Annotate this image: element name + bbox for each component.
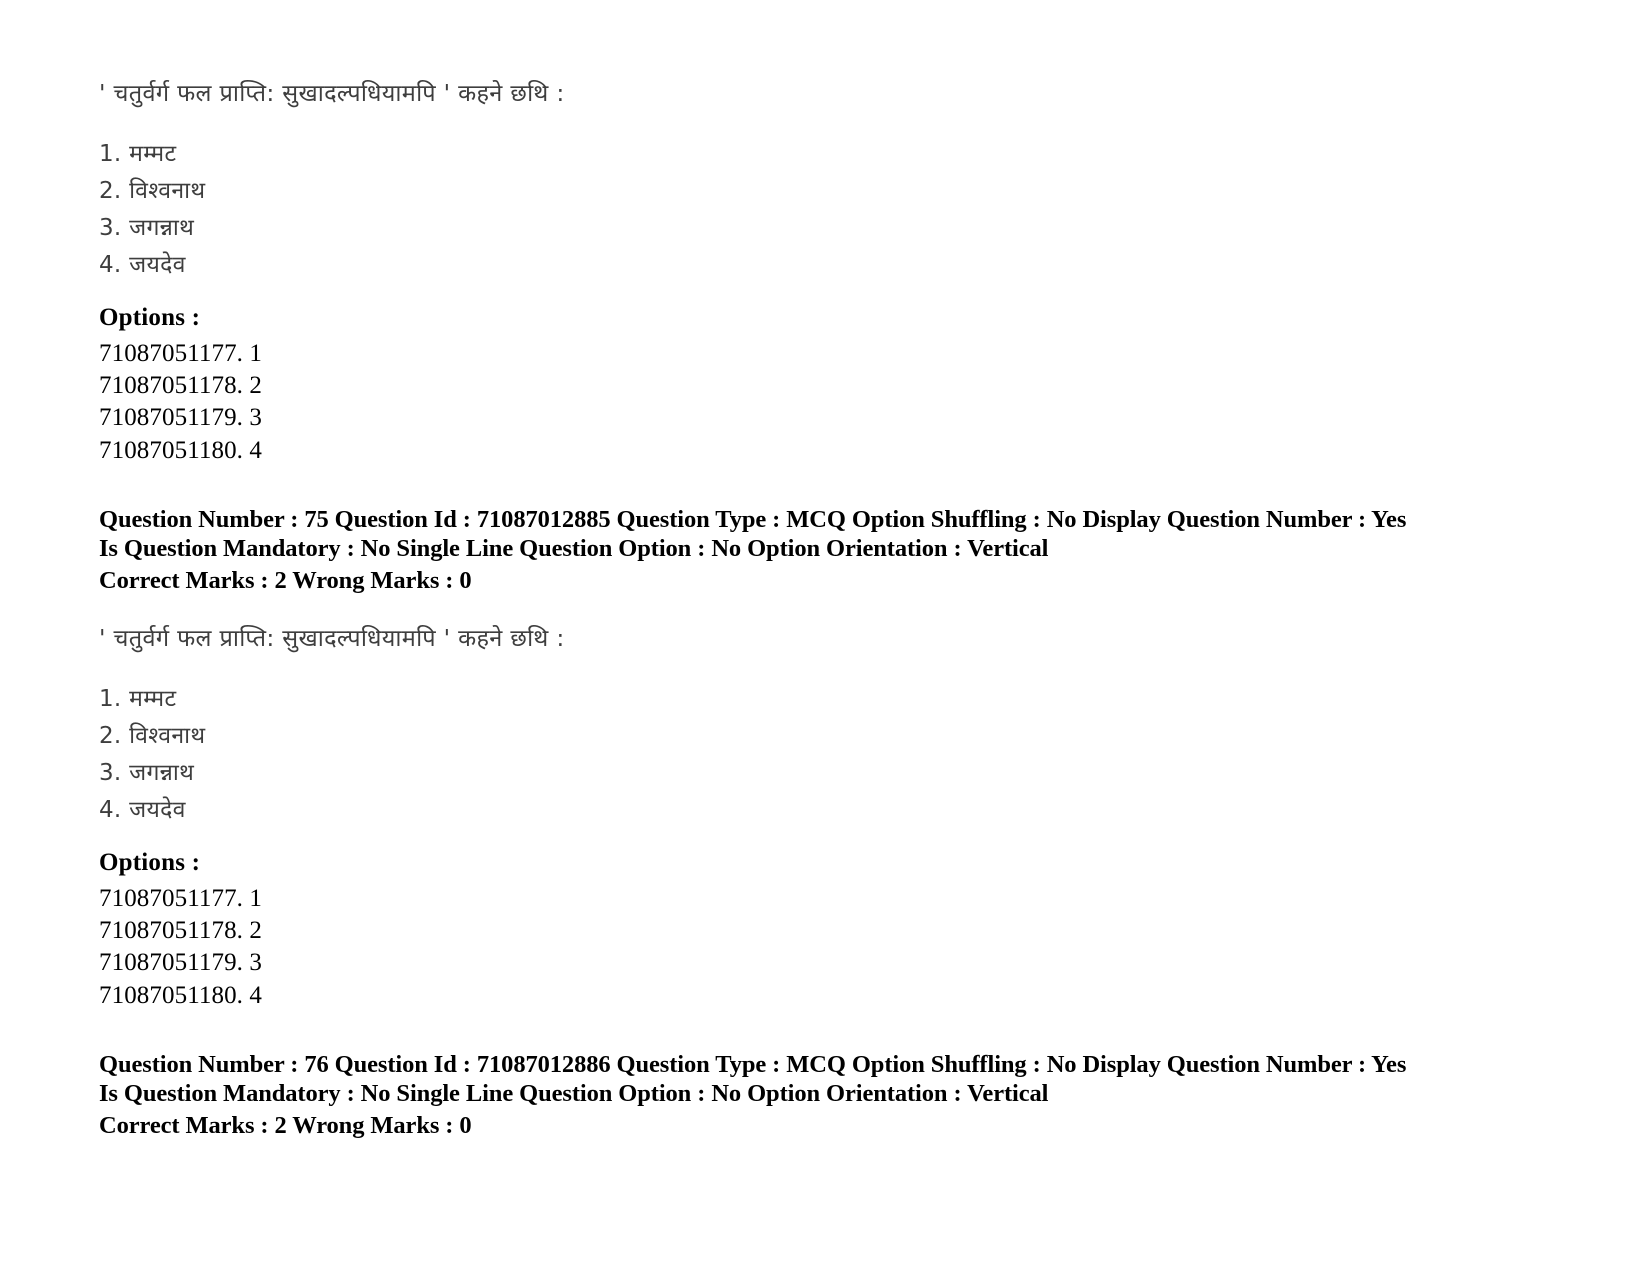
question-choice-list: 1. मम्मट 2. विश्वनाथ 3. जगन्नाथ 4. जयदेव	[99, 136, 1529, 284]
options-block-2: Options : 71087051177. 1 71087051178. 2 …	[99, 847, 1529, 1012]
option-id-line: 71087051178. 2	[99, 372, 262, 400]
options-heading: Options :	[99, 849, 201, 876]
question-block-1: ' चतुर्वर्ग फल प्राप्ति: सुखादल्पधियामपि…	[99, 78, 1529, 284]
question-stem-text: ' चतुर्वर्ग फल प्राप्ति: सुखादल्पधियामपि…	[99, 79, 565, 107]
metadata-line-marks: Correct Marks : 2 Wrong Marks : 0	[99, 567, 472, 594]
option-id-line: 71087051179. 3	[99, 949, 262, 977]
option-id-line: 71087051179. 3	[99, 404, 262, 432]
option-id-line: 71087051180. 4	[99, 981, 262, 1009]
question-metadata-76: Question Number : 76 Question Id : 71087…	[99, 1051, 1419, 1141]
choice-item: 2. विश्वनाथ	[99, 723, 206, 749]
options-heading: Options :	[99, 304, 201, 331]
question-block-2: ' चतुर्वर्ग फल प्राप्ति: सुखादल्पधियामपि…	[99, 623, 1529, 829]
choice-item: 1. मम्मट	[99, 141, 177, 167]
question-choice-list: 1. मम्मट 2. विश्वनाथ 3. जगन्नाथ 4. जयदेव	[99, 681, 1529, 829]
choice-item: 4. जयदेव	[99, 252, 186, 278]
option-id-line: 71087051180. 4	[99, 436, 262, 464]
option-id-line: 71087051177. 1	[99, 340, 262, 367]
choice-item: 3. जगन्नाथ	[99, 760, 195, 786]
choice-item: 3. जगन्नाथ	[99, 215, 195, 241]
option-id-line: 71087051178. 2	[99, 917, 262, 945]
question-metadata-75: Question Number : 75 Question Id : 71087…	[99, 506, 1419, 596]
metadata-line-primary: Question Number : 76 Question Id : 71087…	[99, 1051, 1407, 1107]
question-stem-text: ' चतुर्वर्ग फल प्राप्ति: सुखादल्पधियामपि…	[99, 624, 565, 652]
metadata-line-primary: Question Number : 75 Question Id : 71087…	[99, 506, 1407, 562]
choice-item: 1. मम्मट	[99, 686, 177, 712]
metadata-line-marks: Correct Marks : 2 Wrong Marks : 0	[99, 1112, 472, 1139]
options-block-1: Options : 71087051177. 1 71087051178. 2 …	[99, 302, 1529, 467]
document-page: ' चतुर्वर्ग फल प्राप्ति: सुखादल्पधियामपि…	[0, 0, 1650, 1275]
choice-item: 2. विश्वनाथ	[99, 178, 206, 204]
option-id-line: 71087051177. 1	[99, 885, 262, 912]
choice-item: 4. जयदेव	[99, 797, 186, 823]
